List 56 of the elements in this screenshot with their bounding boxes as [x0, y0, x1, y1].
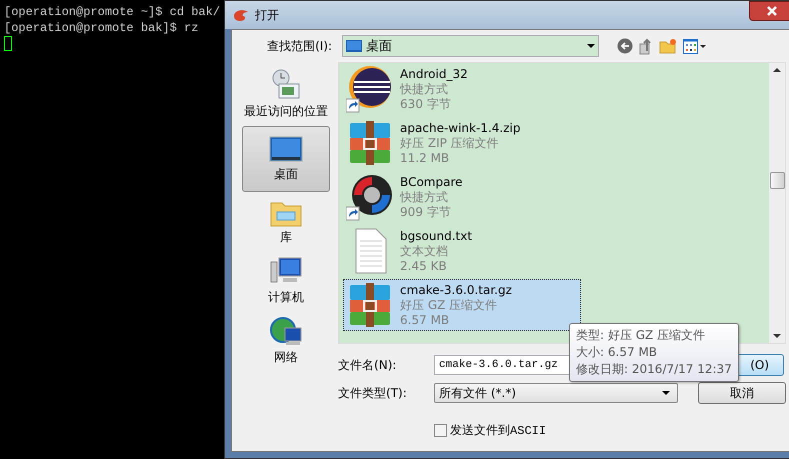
new-folder-icon — [659, 38, 678, 54]
file-type: 好压 GZ 压缩文件 — [400, 298, 498, 312]
view-menu-button[interactable] — [683, 38, 708, 54]
network-globe-icon — [269, 316, 304, 348]
look-in-dropdown[interactable]: 桌面 — [342, 35, 600, 57]
ascii-checkbox-label: 发送文件到ASCII — [450, 423, 546, 439]
file-name-label: 文件名(N): — [338, 356, 398, 374]
file-name: BCompare — [400, 174, 463, 190]
close-button[interactable] — [749, 1, 789, 21]
places-item[interactable]: 计算机 — [242, 252, 330, 310]
file-name: Android_32 — [400, 66, 468, 82]
view-grid-icon — [683, 38, 708, 54]
file-type-dropdown[interactable]: 所有文件 (*.*) — [434, 383, 678, 403]
places-item[interactable]: 库 — [242, 194, 330, 250]
file-size: 6.57 MB — [400, 312, 450, 328]
terminal-line: [operation@promote ~]$ cd bak/ — [4, 4, 220, 20]
look-in-label: 查找范围(I): — [266, 38, 334, 54]
scrollbar[interactable] — [769, 63, 786, 343]
close-icon — [767, 6, 778, 16]
file-item[interactable]: Android_32 快捷方式 630 字节 — [343, 63, 582, 115]
desktop-icon — [346, 40, 362, 52]
file-name: apache-wink-1.4.zip — [400, 120, 520, 136]
file-size: 11.2 MB — [400, 150, 450, 166]
new-folder-button[interactable] — [659, 38, 678, 54]
file-type: 好压 ZIP 压缩文件 — [400, 136, 500, 150]
places-item[interactable]: 桌面 — [242, 126, 330, 192]
file-name: bgsound.txt — [400, 228, 472, 244]
terminal-cursor — [4, 36, 12, 51]
up-folder-icon — [639, 37, 654, 55]
file-type: 文本文档 — [400, 244, 450, 258]
file-type: 快捷方式 — [400, 82, 450, 96]
file-type: 快捷方式 — [400, 190, 450, 204]
file-size: 909 字节 — [400, 204, 452, 220]
terminal-line: [operation@promote bak]$ rz — [4, 20, 200, 36]
back-icon — [617, 38, 634, 54]
scroll-thumb[interactable] — [770, 172, 785, 189]
ascii-checkbox[interactable] — [434, 424, 448, 437]
file-item[interactable]: apache-wink-1.4.zip 好压 ZIP 压缩文件 11.2 MB — [343, 117, 582, 169]
file-name: cmake-3.6.0.tar.gz — [400, 282, 512, 298]
scroll-down-icon — [773, 334, 782, 339]
file-size: 2.45 KB — [400, 258, 448, 274]
file-item[interactable]: BCompare 快捷方式 909 字节 — [343, 171, 582, 223]
cancel-button[interactable]: 取消 — [698, 382, 786, 404]
file-type-label: 文件类型(T): — [338, 384, 408, 402]
places-item[interactable]: 最近访问的位置 — [242, 64, 330, 124]
scroll-up-icon — [773, 67, 782, 72]
dropdown-arrow-icon — [661, 390, 672, 396]
compare-shortcut-icon — [346, 173, 394, 221]
file-item[interactable]: bgsound.txt 文本文档 2.45 KB — [343, 225, 582, 277]
up-folder-button[interactable] — [639, 37, 654, 55]
places-item[interactable]: 网络 — [242, 312, 330, 370]
file-size: 630 字节 — [400, 96, 452, 112]
app-logo-icon — [233, 8, 250, 22]
file-item[interactable]: cmake-3.6.0.tar.gz 好压 GZ 压缩文件 6.57 MB — [343, 279, 582, 331]
window-title: 打开 — [255, 6, 280, 24]
back-button[interactable] — [617, 38, 634, 54]
